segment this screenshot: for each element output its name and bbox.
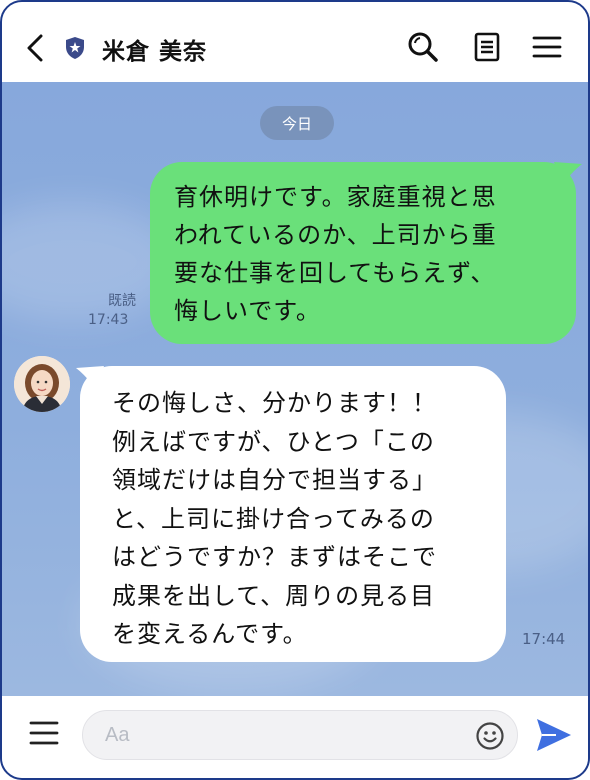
- incoming-message-bubble[interactable]: その悔しさ、分かります！！ 例えばですが、ひとつ「この 領域だけは自分で担当する…: [80, 366, 506, 662]
- hamburger-icon[interactable]: [28, 718, 60, 748]
- search-icon[interactable]: [406, 30, 440, 64]
- message-timestamp: 17:43: [88, 312, 129, 328]
- phone-frame: 米倉 美奈 今日 育休明けです。家庭重視と思 われているのか、上司から重 要な仕…: [0, 0, 590, 780]
- message-input[interactable]: Aa: [82, 710, 518, 760]
- message-line: 要な仕事を回してもらえず、: [174, 259, 496, 287]
- avatar[interactable]: [14, 356, 70, 412]
- message-line: その悔しさ、分かります！！: [112, 389, 437, 417]
- message-timestamp: 17:44: [522, 630, 566, 648]
- message-line: 悔しいです。: [174, 297, 321, 325]
- message-line: を変えるんです。: [112, 620, 308, 648]
- message-line: 領域だけは自分で担当する」: [112, 466, 437, 494]
- avatar-portrait: [14, 356, 70, 412]
- message-line: われているのか、上司から重: [174, 221, 497, 249]
- outgoing-message-bubble[interactable]: 育休明けです。家庭重視と思 われているのか、上司から重 要な仕事を回してもらえず…: [150, 162, 576, 344]
- contact-name: 米倉 美奈: [102, 39, 208, 65]
- message-line: 育休明けです。家庭重視と思: [174, 183, 497, 211]
- input-placeholder: Aa: [105, 724, 130, 746]
- chat-area[interactable]: 今日 育休明けです。家庭重視と思 われているのか、上司から重 要な仕事を回しても…: [2, 82, 588, 696]
- message-line: はどうですか？まずはそこで: [112, 543, 437, 571]
- notes-icon[interactable]: [470, 30, 504, 64]
- message-line: 成果を出して、周りの見る目: [112, 581, 436, 610]
- emoji-icon[interactable]: [475, 721, 505, 751]
- back-icon[interactable]: [24, 34, 48, 62]
- read-receipt: 既読: [108, 293, 136, 309]
- chat-header: 米倉 美奈: [2, 2, 588, 82]
- message-line: 例えばですが、ひとつ「この: [112, 427, 435, 456]
- menu-icon[interactable]: [530, 30, 564, 64]
- message-line: と、上司に掛け合ってみるの: [112, 504, 435, 533]
- message-composer: Aa: [2, 696, 588, 778]
- date-separator: 今日: [260, 106, 334, 140]
- shield-icon: [66, 37, 84, 59]
- send-icon[interactable]: [534, 716, 574, 754]
